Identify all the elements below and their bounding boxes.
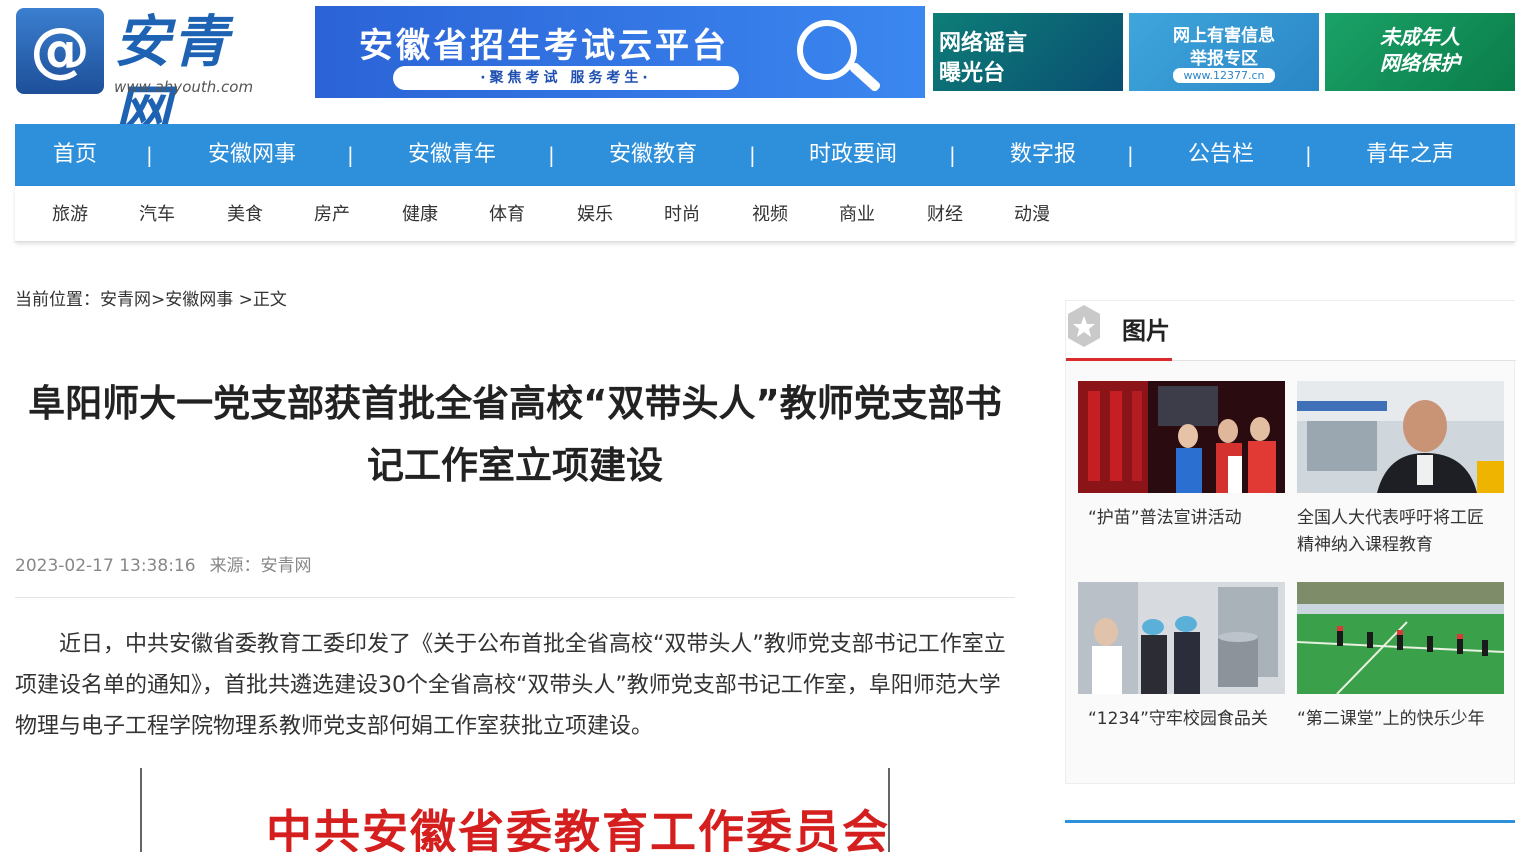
- breadcrumb-sep: >: [151, 290, 166, 310]
- subnav-realestate[interactable]: 房产: [314, 186, 350, 242]
- article-paragraph: 近日，中共安徽省委教育工委印发了《关于公布首批全省高校“双带头人”教师党支部书记…: [15, 632, 1006, 739]
- picture-caption: “1234”守牢校园食品关: [1088, 709, 1268, 729]
- title-underline: [1066, 358, 1172, 361]
- subnav-business[interactable]: 商业: [839, 186, 875, 242]
- banner-line: 网络保护: [1380, 51, 1460, 75]
- nav-separator: |: [1127, 143, 1134, 167]
- breadcrumb-label: 当前位置：: [15, 290, 100, 310]
- next-sidebar-panel: [1065, 820, 1515, 852]
- article-document-image: 中共安徽省委教育工作委员会: [140, 768, 890, 852]
- nav-separator: |: [1305, 143, 1312, 167]
- magnifier-handle: [848, 61, 882, 93]
- sub-nav: 旅游 汽车 美食 房产 健康 体育 娱乐 时尚 视频 商业 财经 动漫: [15, 186, 1515, 242]
- article-title: 阜阳师大一党支部获首批全省高校“双带头人”教师党支部书记工作室立项建设: [28, 382, 1002, 487]
- at-logo-icon: @: [16, 8, 104, 94]
- nav-home[interactable]: 首页: [53, 124, 97, 186]
- article-source: 来源：安青网: [209, 556, 312, 576]
- breadcrumb: 当前位置：安青网>安徽网事 >正文: [15, 285, 287, 310]
- picture-panel-title: 图片: [1122, 317, 1170, 345]
- subnav-food[interactable]: 美食: [227, 186, 263, 242]
- subnav-fashion[interactable]: 时尚: [664, 186, 700, 242]
- banner-line: 网络谣言: [939, 31, 1028, 56]
- breadcrumb-home-link[interactable]: 安青网: [100, 290, 151, 310]
- photo-kitchen-icon: [1078, 582, 1285, 694]
- nav-separator: |: [146, 143, 153, 167]
- banner-line: 网上有害信息: [1173, 26, 1275, 46]
- article-date: 2023-02-17 13:38:16: [15, 556, 196, 576]
- nav-bulletin[interactable]: 公告栏: [1188, 124, 1254, 186]
- nav-separator: |: [548, 143, 555, 167]
- subnav-auto[interactable]: 汽车: [139, 186, 175, 242]
- harmful-info-report-banner[interactable]: 网上有害信息 举报专区 www.12377.cn: [1129, 13, 1319, 91]
- nav-separator: |: [749, 143, 756, 167]
- photo-students-dark-room-icon: [1078, 381, 1285, 493]
- picture-panel-header: 图片: [1066, 301, 1516, 361]
- rumor-exposure-banner[interactable]: 网络谣言 曝光台: [933, 13, 1123, 91]
- nav-anhui-news[interactable]: 安徽网事: [208, 124, 296, 186]
- banner-line: 未成年人: [1380, 25, 1460, 49]
- site-logo[interactable]: @ 安青网 www.ahyouth.com: [16, 8, 286, 145]
- nav-separator: |: [347, 143, 354, 167]
- banner-line: 举报专区: [1190, 49, 1258, 69]
- article-meta: 2023-02-17 13:38:16 来源：安青网: [15, 551, 312, 576]
- picture-panel: 图片 “护苗”普法宣讲活动 全国人大代表呼吁将工匠精神纳入课程教育 “1234”…: [1065, 300, 1516, 784]
- banner-subtitle: ·聚焦考试 服务考生·: [393, 66, 739, 90]
- subnav-entertainment[interactable]: 娱乐: [577, 186, 613, 242]
- banner-line: 曝光台: [939, 61, 1006, 86]
- banner-url: www.12377.cn: [1173, 68, 1275, 83]
- nav-separator: |: [949, 143, 956, 167]
- divider: [15, 597, 1015, 598]
- picture-caption: “第二课堂”上的快乐少年: [1297, 709, 1485, 729]
- magnifier-icon: [797, 20, 857, 80]
- nav-youth-voice[interactable]: 青年之声: [1366, 124, 1454, 186]
- minor-protection-banner[interactable]: 未成年人 网络保护: [1325, 13, 1515, 91]
- photo-field-children-icon: [1297, 582, 1504, 694]
- subnav-video[interactable]: 视频: [752, 186, 788, 242]
- picture-caption: 全国人大代表呼吁将工匠精神纳入课程教育: [1297, 508, 1484, 555]
- main-nav: 首页 | 安徽网事 | 安徽青年 | 安徽教育 | 时政要闻 | 数字报 | 公…: [15, 124, 1515, 186]
- subnav-finance[interactable]: 财经: [927, 186, 963, 242]
- breadcrumb-sep: >: [238, 290, 253, 310]
- nav-anhui-education[interactable]: 安徽教育: [609, 124, 697, 186]
- banner-title: 安徽省招生考试云平台: [359, 26, 729, 66]
- breadcrumb-section-link[interactable]: 安徽网事: [165, 290, 233, 310]
- subnav-travel[interactable]: 旅游: [52, 186, 88, 242]
- subnav-animation[interactable]: 动漫: [1014, 186, 1050, 242]
- nav-digital-paper[interactable]: 数字报: [1010, 124, 1076, 186]
- subnav-health[interactable]: 健康: [402, 186, 438, 242]
- star-badge-icon: [1068, 305, 1100, 347]
- picture-caption: “护苗”普法宣讲活动: [1088, 508, 1242, 528]
- subnav-sports[interactable]: 体育: [489, 186, 525, 242]
- logo-url: www.ahyouth.com: [114, 78, 254, 96]
- nav-anhui-youth[interactable]: 安徽青年: [408, 124, 496, 186]
- breadcrumb-current: 正文: [252, 290, 287, 310]
- site-header: @ 安青网 www.ahyouth.com 安徽省招生考试云平台 ·聚焦考试 服…: [0, 0, 1527, 145]
- exam-platform-banner[interactable]: 安徽省招生考试云平台 ·聚焦考试 服务考生·: [315, 6, 925, 98]
- document-heading: 中共安徽省委教育工作委员会: [266, 805, 890, 852]
- photo-man-portrait-icon: [1297, 381, 1504, 493]
- nav-politics[interactable]: 时政要闻: [809, 124, 897, 186]
